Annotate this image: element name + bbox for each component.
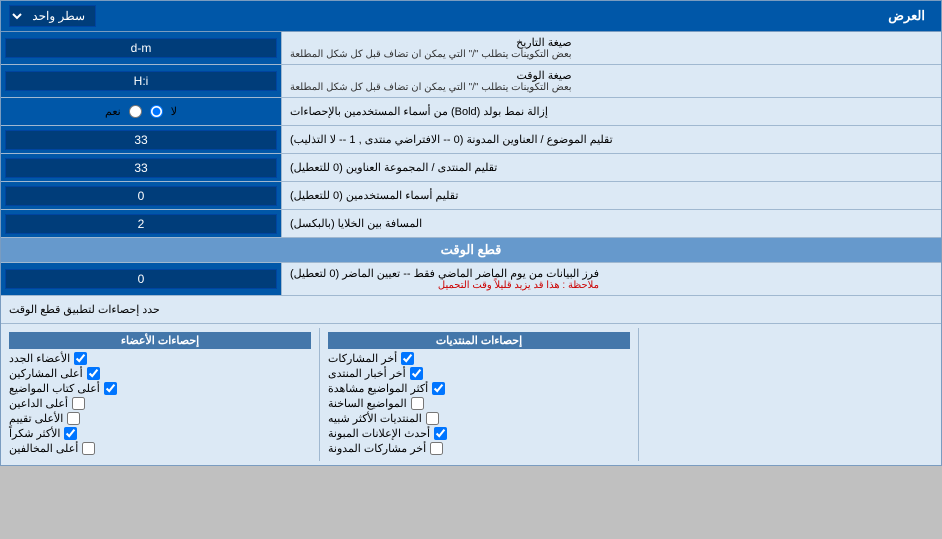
bold-no-radio[interactable]	[150, 105, 163, 118]
time-cut-row: فرز البيانات من يوم الماضر الماضي فقط --…	[1, 263, 941, 296]
limit-stats-label: حدد إحصاءات لتطبيق قطع الوقت	[9, 303, 160, 316]
space-input-wrap	[1, 210, 281, 237]
checkbox-item: الأعلى تقييم	[9, 412, 311, 425]
post-cb-label-5: أحدث الإعلانات المبونة	[328, 427, 430, 440]
user-limit-row: تقليم أسماء المستخدمين (0 للتعطيل)	[1, 182, 941, 210]
checkbox-item: الأعضاء الجدد	[9, 352, 311, 365]
topic-limit-label: تقليم الموضوع / العناوين المدونة (0 -- ا…	[281, 126, 941, 153]
header-row: العرض سطر واحد	[1, 1, 941, 32]
checkbox-item: أعلى الداعين	[9, 397, 311, 410]
date-format-row: صيغة التاريخ بعض التكوينات يتطلب "/" الت…	[1, 32, 941, 65]
mem-cb-4[interactable]	[67, 412, 80, 425]
page-label: العرض	[96, 8, 933, 24]
post-cb-label-2: أكثر المواضيع مشاهدة	[328, 382, 428, 395]
user-limit-input-wrap	[1, 182, 281, 209]
bold-no-label: لا	[171, 105, 177, 118]
post-cb-label-4: المنتديات الأكثر شبيه	[328, 412, 422, 425]
checkbox-item: أخر أخبار المنتدى	[328, 367, 630, 380]
checkbox-item: أعلى المخالفين	[9, 442, 311, 455]
members-col: إحصاءات الأعضاء الأعضاء الجدد أعلى المشا…	[1, 328, 319, 461]
bold-radio-group: لا نعم	[97, 103, 185, 120]
user-limit-input[interactable]	[5, 186, 277, 206]
limit-stats-row: حدد إحصاءات لتطبيق قطع الوقت	[1, 296, 941, 324]
mem-cb-label-2: أعلى كتاب المواضيع	[9, 382, 100, 395]
post-cb-5[interactable]	[434, 427, 447, 440]
bold-remove-row: إزالة نمط بولد (Bold) من أسماء المستخدمي…	[1, 98, 941, 126]
forum-limit-row: تقليم المنتدى / المجموعة العناوين (0 للت…	[1, 154, 941, 182]
posts-col-header: إحصاءات المنتديات	[328, 332, 630, 349]
checkboxes-area: إحصاءات المنتديات أخر المشاركات أخر أخبا…	[1, 324, 941, 465]
post-cb-4[interactable]	[426, 412, 439, 425]
time-cut-label: فرز البيانات من يوم الماضر الماضي فقط --…	[281, 263, 941, 295]
date-format-label: صيغة التاريخ بعض التكوينات يتطلب "/" الت…	[281, 32, 941, 64]
forum-limit-input-wrap	[1, 154, 281, 181]
post-cb-2[interactable]	[432, 382, 445, 395]
date-format-input[interactable]	[5, 38, 277, 58]
checkboxes-columns: إحصاءات المنتديات أخر المشاركات أخر أخبا…	[1, 328, 941, 461]
post-cb-label-3: المواضيع الساخنة	[328, 397, 407, 410]
post-cb-label-6: أخر مشاركات المدونة	[328, 442, 426, 455]
topic-limit-row: تقليم الموضوع / العناوين المدونة (0 -- ا…	[1, 126, 941, 154]
space-row: المسافة بين الخلايا (بالبكسل)	[1, 210, 941, 238]
members-col-header: إحصاءات الأعضاء	[9, 332, 311, 349]
topic-limit-input-wrap	[1, 126, 281, 153]
forum-limit-label: تقليم المنتدى / المجموعة العناوين (0 للت…	[281, 154, 941, 181]
time-format-label: صيغة الوقت بعض التكوينات يتطلب "/" التي …	[281, 65, 941, 97]
display-select[interactable]: سطر واحد	[9, 5, 96, 27]
mem-cb-3[interactable]	[72, 397, 85, 410]
bold-remove-label: إزالة نمط بولد (Bold) من أسماء المستخدمي…	[281, 98, 941, 125]
display-select-wrap: سطر واحد	[9, 5, 96, 27]
user-limit-label: تقليم أسماء المستخدمين (0 للتعطيل)	[281, 182, 941, 209]
post-cb-6[interactable]	[430, 442, 443, 455]
checkbox-item: المواضيع الساخنة	[328, 397, 630, 410]
time-format-input[interactable]	[5, 71, 277, 91]
bold-yes-label: نعم	[105, 105, 121, 118]
checkbox-item: أحدث الإعلانات المبونة	[328, 427, 630, 440]
forum-limit-input[interactable]	[5, 158, 277, 178]
empty-col	[638, 328, 941, 461]
checkbox-item: أخر المشاركات	[328, 352, 630, 365]
mem-cb-label-4: الأعلى تقييم	[9, 412, 63, 425]
space-input[interactable]	[5, 214, 277, 234]
checkbox-item: المنتديات الأكثر شبيه	[328, 412, 630, 425]
date-format-input-wrap	[1, 32, 281, 64]
checkbox-item: أخر مشاركات المدونة	[328, 442, 630, 455]
post-cb-1[interactable]	[410, 367, 423, 380]
main-container: العرض سطر واحد صيغة التاريخ بعض التكوينا…	[0, 0, 942, 466]
mem-cb-label-0: الأعضاء الجدد	[9, 352, 70, 365]
checkbox-item: أعلى كتاب المواضيع	[9, 382, 311, 395]
checkbox-item: أعلى المشاركين	[9, 367, 311, 380]
time-format-input-wrap	[1, 65, 281, 97]
time-cut-input[interactable]	[5, 269, 277, 289]
post-cb-0[interactable]	[401, 352, 414, 365]
bold-yes-radio[interactable]	[129, 105, 142, 118]
bold-remove-input-wrap: لا نعم	[1, 98, 281, 125]
post-cb-label-0: أخر المشاركات	[328, 352, 397, 365]
checkbox-item: الأكثر شكراً	[9, 427, 311, 440]
mem-cb-label-6: أعلى المخالفين	[9, 442, 78, 455]
mem-cb-2[interactable]	[104, 382, 117, 395]
space-label: المسافة بين الخلايا (بالبكسل)	[281, 210, 941, 237]
post-cb-3[interactable]	[411, 397, 424, 410]
mem-cb-label-3: أعلى الداعين	[9, 397, 68, 410]
topic-limit-input[interactable]	[5, 130, 277, 150]
mem-cb-6[interactable]	[82, 442, 95, 455]
checkbox-item: أكثر المواضيع مشاهدة	[328, 382, 630, 395]
mem-cb-label-1: أعلى المشاركين	[9, 367, 83, 380]
time-format-row: صيغة الوقت بعض التكوينات يتطلب "/" التي …	[1, 65, 941, 98]
post-cb-label-1: أخر أخبار المنتدى	[328, 367, 406, 380]
mem-cb-5[interactable]	[64, 427, 77, 440]
posts-col: إحصاءات المنتديات أخر المشاركات أخر أخبا…	[319, 328, 638, 461]
time-cut-input-wrap	[1, 263, 281, 295]
mem-cb-label-5: الأكثر شكراً	[9, 427, 60, 440]
mem-cb-0[interactable]	[74, 352, 87, 365]
mem-cb-1[interactable]	[87, 367, 100, 380]
time-cut-section-header: قطع الوقت	[1, 238, 941, 263]
